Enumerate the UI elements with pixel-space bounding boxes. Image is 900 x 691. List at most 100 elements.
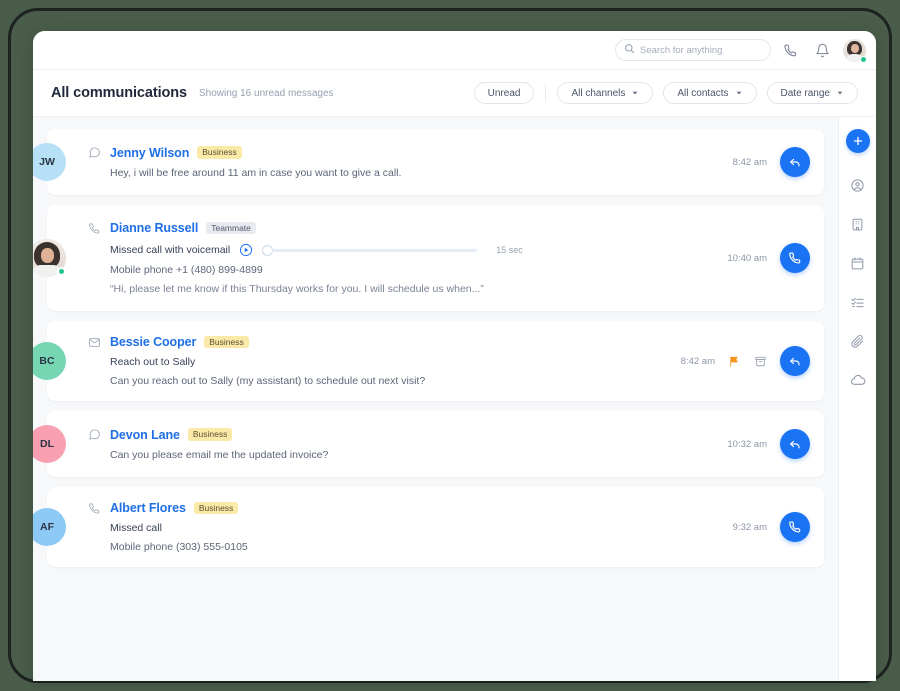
message-card[interactable]: AF Albert Flores Business Missed call Mobile… xyxy=(33,487,824,567)
contact-name[interactable]: Dianne Russell xyxy=(110,221,198,235)
voicemail-player: Missed call with voicemail 15 sec xyxy=(88,243,727,257)
message-actions: 8:42 am xyxy=(733,147,810,177)
avatar-initials: BC xyxy=(39,355,55,367)
envelope-icon xyxy=(88,336,102,349)
call-button[interactable] xyxy=(780,243,810,273)
timestamp: 8:42 am xyxy=(732,156,767,168)
message-header: Devon Lane Business xyxy=(88,428,727,442)
search-input[interactable] xyxy=(615,39,771,61)
timestamp: 10:32 am xyxy=(727,438,767,450)
contact-tag: Business xyxy=(187,428,233,441)
voicemail-scrubber[interactable] xyxy=(262,244,478,256)
avatar: BC xyxy=(33,342,66,380)
right-rail xyxy=(838,117,876,681)
reply-button[interactable] xyxy=(780,346,810,376)
message-line: “Hi, please let me know if this Thursday… xyxy=(110,283,484,295)
avatar-initials: DL xyxy=(40,438,54,450)
avatar xyxy=(33,239,66,277)
chat-bubble-icon xyxy=(88,146,102,159)
chat-bubble-icon xyxy=(88,428,102,441)
timestamp: 10:40 am xyxy=(727,252,767,264)
voicemail-label: Missed call with voicemail xyxy=(110,244,231,256)
contact-tag: Business xyxy=(197,146,242,159)
filter-all-channels[interactable]: All channels xyxy=(557,82,654,104)
contact-name[interactable]: Jenny Wilson xyxy=(110,146,189,160)
chevron-down-icon xyxy=(631,89,639,97)
message-line: Hey, i will be free around 11 am in case… xyxy=(110,166,402,179)
timestamp: 8:42 am xyxy=(680,355,715,367)
avatar: DL xyxy=(33,425,66,463)
online-status-dot xyxy=(57,267,66,276)
message-card[interactable]: DL Devon Lane Business Can you please email… xyxy=(33,411,824,477)
checklist-icon[interactable] xyxy=(846,290,870,314)
contact-tag: Business xyxy=(193,501,239,515)
message-line: Mobile phone (303) 555-0105 xyxy=(110,541,248,553)
reply-button[interactable] xyxy=(780,429,810,459)
message-line: Can you reach out to Sally (my assistant… xyxy=(110,375,426,387)
building-icon[interactable] xyxy=(846,212,870,236)
top-bar xyxy=(33,31,876,70)
filter-divider xyxy=(545,85,547,101)
filter-unread-label: Unread xyxy=(487,87,521,99)
message-header: Bessie Cooper Business xyxy=(88,335,681,349)
reply-button[interactable] xyxy=(780,147,810,177)
body: JW Jenny Wilson Business Hey, i will be fre… xyxy=(33,117,876,681)
chevron-down-icon xyxy=(735,89,743,97)
archive-icon[interactable] xyxy=(754,355,767,368)
flag-icon[interactable] xyxy=(728,355,741,368)
filter-bar: Unread All channels All contacts Date ra… xyxy=(473,82,858,104)
message-line: Mobile phone +1 (480) 899-4899 xyxy=(110,264,263,276)
message-card[interactable]: JW Jenny Wilson Business Hey, i will be fre… xyxy=(33,129,824,195)
message-content: Jenny Wilson Business Hey, i will be free … xyxy=(66,146,733,179)
message-actions: 8:42 am xyxy=(681,346,810,376)
message-content: Albert Flores Business Missed call Mobile p… xyxy=(66,501,733,553)
message-header: Albert Flores Business xyxy=(88,501,733,515)
phone-icon xyxy=(88,502,102,515)
search-icon xyxy=(624,41,635,59)
scrubber-track[interactable] xyxy=(272,248,478,252)
message-line: Reach out to Sally xyxy=(110,356,196,368)
message-content: Devon Lane Business Can you please email m… xyxy=(66,428,727,461)
filter-all-channels-label: All channels xyxy=(571,87,626,99)
message-list: JW Jenny Wilson Business Hey, i will be fre… xyxy=(33,117,838,681)
page-title: All communications xyxy=(51,85,187,101)
app-window: All communications Showing 16 unread mes… xyxy=(33,31,876,681)
voicemail-duration: 15 sec xyxy=(496,245,523,255)
message-header: Dianne Russell Teammate xyxy=(88,221,727,235)
chevron-down-icon xyxy=(836,89,844,97)
contact-name[interactable]: Albert Flores xyxy=(110,501,186,515)
avatar[interactable] xyxy=(843,38,867,63)
message-actions: 10:40 am xyxy=(727,243,810,273)
contact-tag: Business xyxy=(204,335,249,349)
avatar-initials: AF xyxy=(40,521,54,533)
call-button[interactable] xyxy=(777,37,803,63)
cloud-icon[interactable] xyxy=(846,368,870,392)
message-content: Dianne Russell Teammate Missed call with v… xyxy=(66,221,727,295)
device-frame: All communications Showing 16 unread mes… xyxy=(8,8,892,683)
message-card[interactable]: Dianne Russell Teammate Missed call with v… xyxy=(33,205,824,311)
play-icon[interactable] xyxy=(239,243,253,257)
notifications-button[interactable] xyxy=(809,37,835,63)
filter-all-contacts-label: All contacts xyxy=(677,87,729,99)
online-status-dot xyxy=(860,55,867,63)
search-field[interactable] xyxy=(640,44,762,56)
message-actions: 9:32 am xyxy=(733,512,810,542)
filter-date-range[interactable]: Date range xyxy=(766,82,858,104)
filter-unread[interactable]: Unread xyxy=(473,82,535,104)
paperclip-icon[interactable] xyxy=(846,329,870,353)
filter-all-contacts[interactable]: All contacts xyxy=(663,82,757,104)
message-card[interactable]: BC Bessie Cooper Business Reach out to Sall… xyxy=(33,321,824,401)
page-header: All communications Showing 16 unread mes… xyxy=(33,70,876,117)
call-button[interactable] xyxy=(780,512,810,542)
contact-icon[interactable] xyxy=(846,173,870,197)
message-line: Can you please email me the updated invo… xyxy=(110,448,329,461)
contact-name[interactable]: Bessie Cooper xyxy=(110,335,196,349)
avatar: AF xyxy=(33,508,66,546)
timestamp: 9:32 am xyxy=(732,521,767,533)
phone-icon xyxy=(88,222,102,235)
message-actions: 10:32 am xyxy=(727,429,810,459)
add-button[interactable] xyxy=(845,129,870,153)
contact-name[interactable]: Devon Lane xyxy=(110,428,180,442)
filter-date-range-label: Date range xyxy=(780,87,830,99)
calendar-icon[interactable] xyxy=(846,251,870,275)
